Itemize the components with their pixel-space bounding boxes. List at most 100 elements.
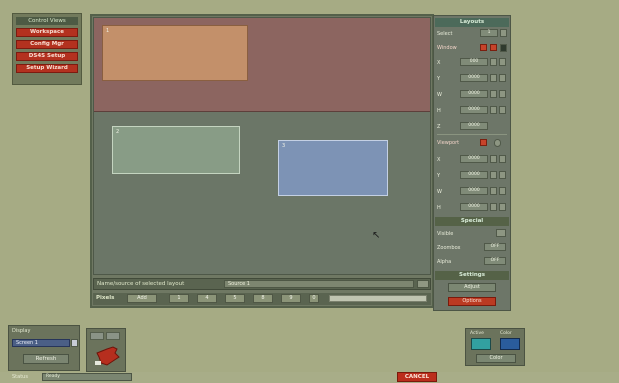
viewport-x-field[interactable]: 0000 [460, 155, 488, 163]
viewport-y-up-icon[interactable] [490, 171, 497, 179]
viewport-w-field[interactable]: 0000 [460, 187, 488, 195]
window-x-label: X [437, 60, 441, 66]
pixels-9-button[interactable]: 9 [281, 294, 301, 303]
viewport-lock-icon[interactable] [480, 139, 487, 146]
window-w-field[interactable]: 0000 [460, 90, 488, 98]
settings-header: Settings [435, 271, 509, 280]
viewport-reset-icon[interactable] [494, 139, 501, 147]
mouse-pointer-icon: ↖ [372, 230, 381, 241]
viewport-x-down-icon[interactable] [499, 155, 506, 163]
window-x-field[interactable]: 000 [460, 58, 488, 66]
display-title: Display [12, 328, 31, 334]
window-z-label: Z [437, 124, 441, 130]
viewport-w-label: W [437, 189, 442, 195]
status-field: Ready [42, 373, 132, 381]
viewport-h-label: H [437, 205, 441, 211]
pixels-5-button[interactable]: 5 [225, 294, 245, 303]
window-id-label: 2 [116, 129, 120, 135]
window-color-icon[interactable] [500, 44, 507, 52]
control-views-header: Control Views [16, 17, 78, 25]
hand-pointer-icon [95, 346, 120, 366]
window-id-label: 1 [106, 28, 110, 34]
nav-config-button[interactable]: Config Mgr [16, 40, 78, 49]
preview-thumbnail[interactable] [86, 328, 126, 372]
window-y-label: Y [437, 76, 441, 82]
pixels-8-button[interactable]: 8 [253, 294, 273, 303]
layout-window-3[interactable]: 3 [278, 140, 388, 196]
window-reset-icon[interactable] [490, 44, 497, 51]
thumb-icon [90, 332, 104, 340]
pixels-toolbar: Pixels Add 1 4 5 8 9 0 [93, 293, 431, 305]
viewport-y-down-icon[interactable] [499, 171, 506, 179]
refresh-button[interactable]: Refresh [23, 354, 69, 364]
special-header: Special [435, 217, 509, 226]
window-lock-icon[interactable] [480, 44, 487, 51]
pixels-0-button[interactable]: 0 [309, 294, 319, 303]
window-w-down-icon[interactable] [499, 90, 506, 98]
color-label-active: Active [470, 331, 484, 336]
nav-setup-wizard-button[interactable]: Setup Wizard [16, 64, 78, 73]
select-dropdown-icon[interactable] [500, 29, 507, 37]
viewport-y-field[interactable]: 0000 [460, 171, 488, 179]
layout-window-2[interactable]: 2 [112, 126, 240, 174]
pixels-add-button[interactable]: Add [127, 294, 157, 303]
viewport-label: Viewport [437, 140, 460, 146]
layout-name-field[interactable]: Source 1 [224, 280, 414, 288]
pixels-label: Pixels [96, 295, 115, 301]
window-h-label: H [437, 108, 441, 114]
status-bar: Status Ready CANCEL [0, 372, 619, 383]
status-label: Status [12, 374, 28, 380]
window-x-down-icon[interactable] [499, 58, 506, 66]
window-z-field[interactable]: 0000 [460, 122, 488, 130]
alpha-toggle[interactable]: OFF [484, 257, 506, 265]
pixels-4-button[interactable]: 4 [197, 294, 217, 303]
window-y-down-icon[interactable] [499, 74, 506, 82]
window-y-up-icon[interactable] [490, 74, 497, 82]
divider [437, 134, 507, 135]
cancel-button[interactable]: CANCEL [397, 372, 437, 382]
display-select[interactable]: Screen 1 [12, 339, 70, 347]
viewport-h-up-icon[interactable] [490, 203, 497, 211]
viewport-h-down-icon[interactable] [499, 203, 506, 211]
select-label: Select [437, 31, 453, 37]
options-button[interactable]: Options [448, 297, 496, 306]
window-w-label: W [437, 92, 442, 98]
color-panel: Active Color Color [465, 328, 525, 366]
viewport-x-up-icon[interactable] [490, 155, 497, 163]
selected-layout-label: Name/source of selected layout [97, 281, 185, 287]
pixels-1-button[interactable]: 1 [169, 294, 189, 303]
viewport-x-label: X [437, 157, 441, 163]
layout-canvas[interactable]: 1 2 3 ↖ [93, 17, 431, 275]
window-x-up-icon[interactable] [490, 58, 497, 66]
window-h-down-icon[interactable] [499, 106, 506, 114]
nav-workspace-button[interactable]: Workspace [16, 28, 78, 37]
visible-label: Visible [437, 231, 454, 237]
display-dropdown-icon[interactable] [71, 339, 78, 347]
select-layout-field[interactable]: 1 [480, 29, 498, 37]
layout-name-browse-button[interactable] [417, 280, 429, 288]
color-swatch[interactable] [500, 338, 520, 350]
nav-ds4s-setup-button[interactable]: DS4S Setup [16, 52, 78, 61]
window-label: Window [437, 45, 457, 51]
viewport-h-field[interactable]: 0000 [460, 203, 488, 211]
visible-toggle[interactable] [496, 229, 506, 237]
window-h-field[interactable]: 0000 [460, 106, 488, 114]
zoombox-label: Zoombox [437, 245, 461, 251]
window-id-label: 3 [282, 143, 286, 149]
active-color-swatch[interactable] [471, 338, 491, 350]
viewport-w-up-icon[interactable] [490, 187, 497, 195]
color-label-color: Color [500, 331, 512, 336]
color-button[interactable]: Color [476, 354, 516, 363]
layouts-header: Layouts [435, 18, 509, 27]
window-w-up-icon[interactable] [490, 90, 497, 98]
zoombox-toggle[interactable]: OFF [484, 243, 506, 251]
layout-window-1[interactable]: 1 [102, 25, 248, 81]
selected-layout-bar: Name/source of selected layout Source 1 [93, 278, 431, 290]
viewport-w-down-icon[interactable] [499, 187, 506, 195]
pixels-value-field[interactable] [329, 295, 427, 302]
window-y-field[interactable]: 0000 [460, 74, 488, 82]
layout-editor: 1 2 3 ↖ Name/source of selected layout S… [90, 14, 434, 308]
viewport-y-label: Y [437, 173, 441, 179]
window-h-up-icon[interactable] [490, 106, 497, 114]
adjust-button[interactable]: Adjust [448, 283, 496, 292]
